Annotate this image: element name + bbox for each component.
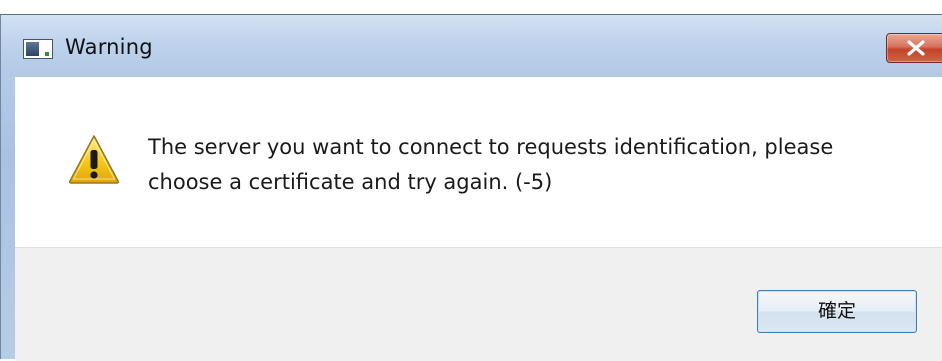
warning-dialog-window: Warning The server you want to connect t…	[0, 14, 942, 361]
message-area: The server you want to connect to reques…	[15, 77, 942, 247]
dialog-client-area: The server you want to connect to reques…	[15, 77, 942, 361]
close-button[interactable]	[886, 33, 942, 63]
warning-message: The server you want to connect to reques…	[148, 130, 908, 200]
ok-button[interactable]: 確定	[757, 290, 917, 333]
title-bar[interactable]: Warning	[1, 15, 942, 77]
warning-triangle-icon	[68, 135, 120, 184]
app-icon-panel	[26, 42, 39, 56]
app-icon-status-dot	[45, 52, 49, 56]
message-line-2: choose a certificate and try again. (-5)	[148, 170, 553, 194]
close-icon	[907, 40, 925, 56]
application-window-icon[interactable]	[23, 39, 53, 59]
window-title: Warning	[65, 35, 153, 59]
button-bar: 確定	[15, 247, 942, 361]
message-line-1: The server you want to connect to reques…	[148, 135, 834, 159]
